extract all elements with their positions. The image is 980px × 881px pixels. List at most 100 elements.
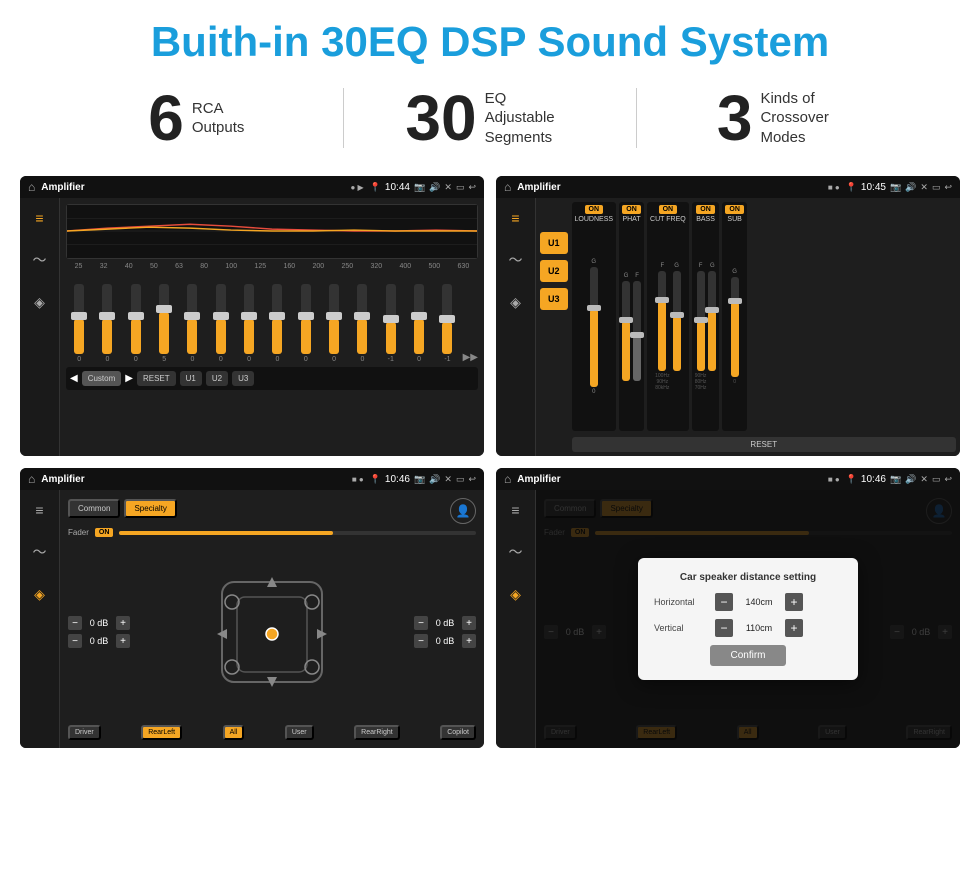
eq-reset-btn[interactable]: RESET (137, 371, 176, 386)
eq-slider-2: 0 (123, 284, 149, 363)
eq-location-icon: 📍 (370, 182, 381, 193)
sp-main-content: Common Specialty 👤 Fader ON (60, 490, 484, 748)
xo-sidebar-wave-icon[interactable]: 〜 (504, 248, 528, 272)
sp-left-controls: − 0 dB + − 0 dB + (68, 543, 130, 721)
xo-reset-btn[interactable]: RESET (572, 437, 956, 452)
sp-sidebar-speaker-icon[interactable]: ◈ (28, 582, 52, 606)
eq-x-icon: ✕ (444, 182, 452, 193)
sp-db-minus-1[interactable]: − (68, 634, 82, 648)
sp-tab-common[interactable]: Common (68, 499, 120, 518)
xo-loudness-slider: G 0 (590, 226, 598, 428)
ds-sidebar-eq-icon[interactable]: ≡ (504, 498, 528, 522)
eq-sidebar-wave-icon[interactable]: 〜 (28, 248, 52, 272)
ds-horizontal-minus-btn[interactable]: − (715, 593, 733, 611)
xo-loudness-label: LOUDNESS (575, 216, 614, 223)
sp-all-btn[interactable]: All (223, 725, 245, 740)
xo-cutfreq-on[interactable]: ON (659, 205, 678, 214)
xo-phat-on[interactable]: ON (622, 205, 641, 214)
eq-play-btn[interactable]: ▶ (125, 373, 133, 384)
eq-custom-btn[interactable]: Custom (82, 371, 122, 386)
ds-title: Amplifier (517, 474, 822, 485)
sp-x-icon: ✕ (444, 474, 452, 485)
ds-x-icon: ✕ (920, 474, 928, 485)
ds-horizontal-plus-btn[interactable]: + (785, 593, 803, 611)
sp-db-minus-0[interactable]: − (68, 616, 82, 630)
sp-tab-specialty[interactable]: Specialty (124, 499, 176, 518)
sp-user-btn[interactable]: User (285, 725, 314, 740)
sp-status-bar: ⌂ Amplifier ■ ● 📍 10:46 📷 🔊 ✕ ▭ ↩ (20, 468, 484, 490)
eq-next-arrow[interactable]: ▶▶ (463, 352, 478, 363)
ds-horizontal-row: Horizontal − 140cm + (654, 593, 842, 611)
xo-u-buttons: U1 U2 U3 (540, 202, 568, 452)
eq-sliders-row: 0 0 (66, 273, 478, 363)
xo-bass-on[interactable]: ON (696, 205, 715, 214)
eq-sidebar-eq-icon[interactable]: ≡ (28, 206, 52, 230)
sp-rect-icon: ▭ (456, 474, 465, 485)
eq-slider-4: 0 (179, 284, 205, 363)
sp-db-minus-3[interactable]: − (414, 634, 428, 648)
sp-db-minus-2[interactable]: − (414, 616, 428, 630)
eq-u2-btn[interactable]: U2 (206, 371, 228, 386)
sp-db-val-3: 0 dB (431, 636, 459, 646)
crossover-screen-card: ⌂ Amplifier ■ ● 📍 10:45 📷 🔊 ✕ ▭ ↩ ≡ 〜 ◈ (496, 176, 960, 456)
xo-u3-btn[interactable]: U3 (540, 288, 568, 310)
xo-sub-label: SUB (727, 216, 741, 223)
sp-db-plus-2[interactable]: + (462, 616, 476, 630)
ds-status-icons: 📍 10:46 📷 🔊 ✕ ▭ ↩ (846, 474, 952, 485)
sp-car-svg (212, 567, 332, 697)
sp-left-sidebar: ≡ 〜 ◈ (20, 490, 60, 748)
xo-bass-slider: F 90Hz80Hz70Hz (695, 226, 717, 428)
xo-bass-col: ON BASS F (692, 202, 720, 431)
ds-vertical-minus-btn[interactable]: − (715, 619, 733, 637)
ds-vertical-row: Vertical − 110cm + (654, 619, 842, 637)
stat-rca-number: 6 (148, 86, 184, 150)
eq-prev-btn[interactable]: ◀ (70, 373, 78, 384)
sp-sidebar-eq-icon[interactable]: ≡ (28, 498, 52, 522)
sp-location-icon: 📍 (370, 474, 381, 485)
xo-sidebar-eq-icon[interactable]: ≡ (504, 206, 528, 230)
sp-rear-right-btn[interactable]: RearRight (354, 725, 400, 740)
sp-rear-left-btn[interactable]: RearLeft (141, 725, 182, 740)
stat-crossover: 3 Kinds of Crossover Modes (647, 86, 920, 150)
ds-confirm-btn[interactable]: Confirm (710, 645, 785, 666)
sp-db-plus-1[interactable]: + (116, 634, 130, 648)
sp-cam-icon: 📷 (414, 474, 425, 485)
ds-sidebar-wave-icon[interactable]: 〜 (504, 540, 528, 564)
sp-fader-on[interactable]: ON (95, 528, 114, 537)
eq-freq-labels: 25 32 40 50 63 80 100 125 160 200 250 32… (66, 263, 478, 270)
sp-fader-track[interactable] (119, 531, 476, 535)
sp-db-val-1: 0 dB (85, 636, 113, 646)
ds-distance-dialog: Car speaker distance setting Horizontal … (638, 558, 858, 680)
xo-u2-btn[interactable]: U2 (540, 260, 568, 282)
stat-crossover-number: 3 (717, 86, 753, 150)
eq-sidebar-speaker-icon[interactable]: ◈ (28, 290, 52, 314)
sp-driver-btn[interactable]: Driver (68, 725, 101, 740)
eq-u1-btn[interactable]: U1 (180, 371, 202, 386)
ds-location-icon: 📍 (846, 474, 857, 485)
stat-crossover-label: Kinds of Crossover Modes (760, 89, 850, 148)
sp-sidebar-wave-icon[interactable]: 〜 (28, 540, 52, 564)
ds-horizontal-label: Horizontal (654, 597, 709, 607)
sp-dot-icons: ■ ● (352, 475, 364, 484)
sp-db-plus-3[interactable]: + (462, 634, 476, 648)
sp-title: Amplifier (41, 474, 346, 485)
xo-sidebar-speaker-icon[interactable]: ◈ (504, 290, 528, 314)
xo-screen-body: ≡ 〜 ◈ U1 U2 U3 (496, 198, 960, 456)
eq-home-icon: ⌂ (28, 180, 35, 194)
xo-cutfreq-slider: F 100Hz90Hz80kHz (655, 226, 680, 428)
sp-copilot-btn[interactable]: Copilot (440, 725, 476, 740)
ds-sidebar-speaker-icon[interactable]: ◈ (504, 582, 528, 606)
eq-slider-11: -1 (378, 284, 404, 363)
speaker-screen-card: ⌂ Amplifier ■ ● 📍 10:46 📷 🔊 ✕ ▭ ↩ ≡ 〜 ◈ (20, 468, 484, 748)
sp-db-control-3: − 0 dB + (414, 634, 476, 648)
sp-db-plus-0[interactable]: + (116, 616, 130, 630)
sp-vol-icon: 🔊 (429, 474, 440, 485)
xo-sub-on[interactable]: ON (725, 205, 744, 214)
screenshots-grid: ⌂ Amplifier ● ▶ 📍 10:44 📷 🔊 ✕ ▭ ↩ ≡ (0, 168, 980, 768)
ds-vertical-plus-btn[interactable]: + (785, 619, 803, 637)
xo-cutfreq-col: ON CUT FREQ F (647, 202, 689, 431)
xo-u1-btn[interactable]: U1 (540, 232, 568, 254)
xo-loudness-on[interactable]: ON (585, 205, 604, 214)
sp-tabs: Common Specialty (68, 499, 177, 518)
eq-u3-btn[interactable]: U3 (232, 371, 254, 386)
